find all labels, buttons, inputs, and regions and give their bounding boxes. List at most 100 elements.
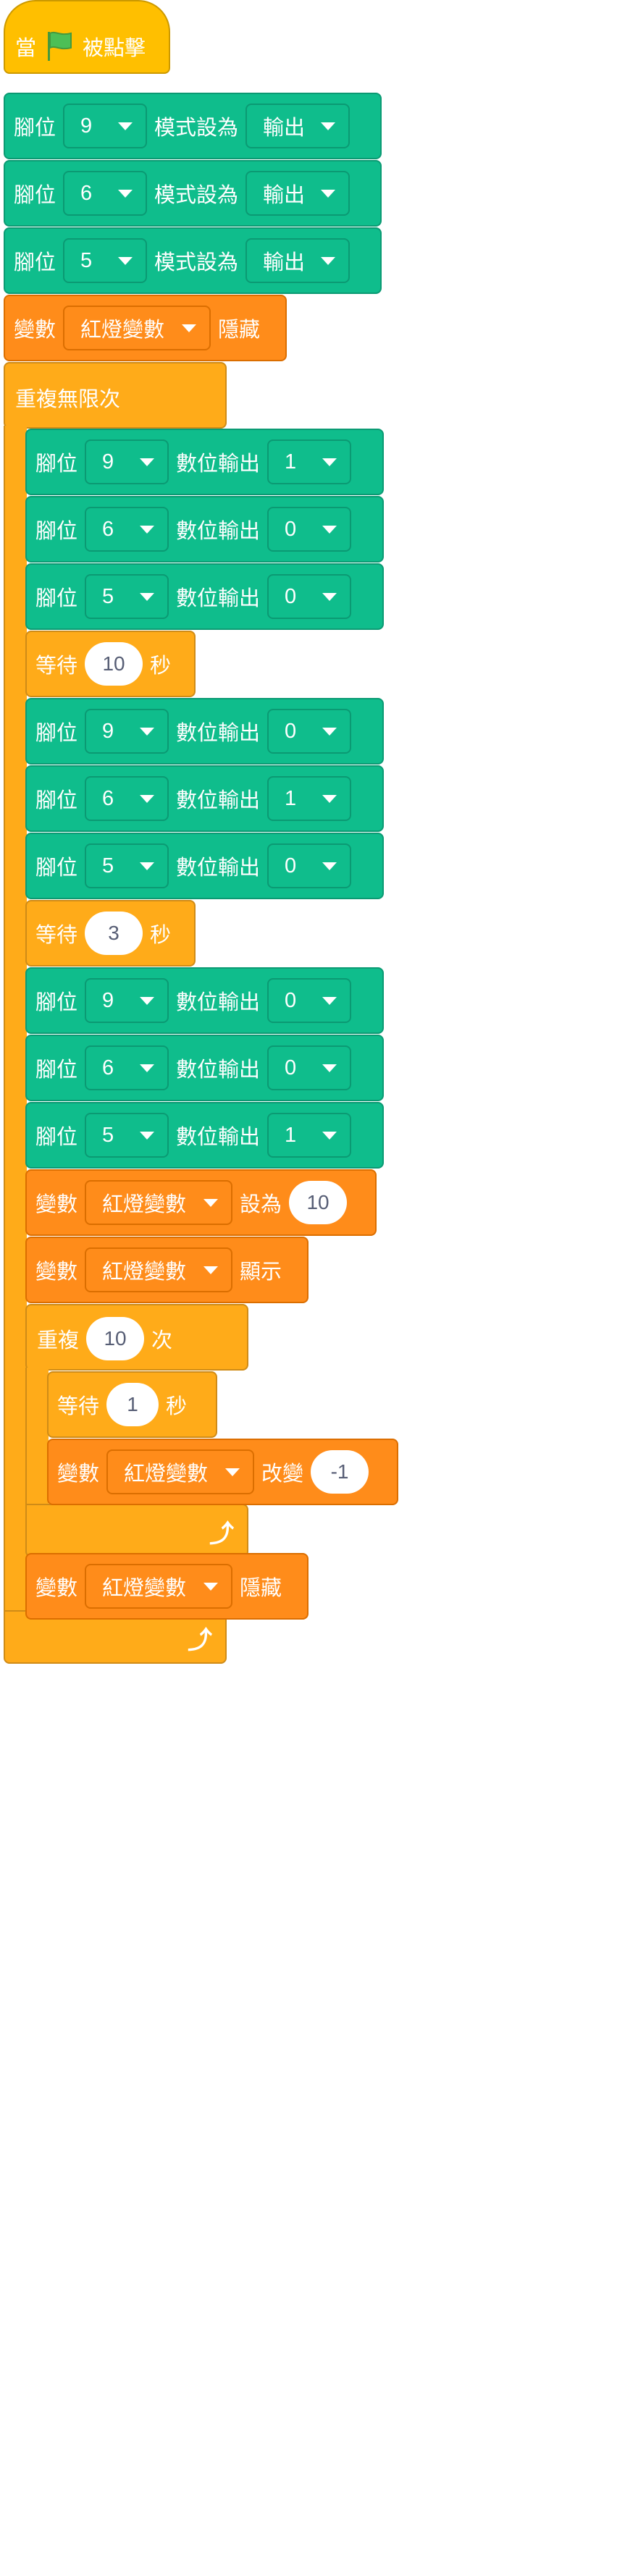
output-value: 0 [285, 517, 297, 541]
caret-down-icon [322, 862, 337, 870]
change-variable-block[interactable]: 變數 紅燈變數 改變 -1 [47, 1439, 398, 1505]
output-value: 1 [285, 1123, 297, 1147]
repeat-count-input[interactable]: 10 [86, 1317, 145, 1360]
forever-block-arm [4, 426, 27, 1613]
digital-write-block-9[interactable]: 腳位 5 數位輸出 1 [25, 1102, 384, 1169]
digital-out-label: 數位輸出 [176, 722, 261, 745]
value-dropdown[interactable]: 0 [267, 574, 352, 619]
hide-variable-block-1[interactable]: 變數 紅燈變數 隱藏 [4, 295, 287, 361]
pin-value: 9 [102, 719, 114, 743]
variable-label: 變數 [57, 1462, 100, 1486]
set-variable-block[interactable]: 變數 紅燈變數 設為 10 [25, 1169, 377, 1236]
caret-down-icon [140, 996, 155, 1005]
hat-suffix: 被點擊 [83, 37, 146, 60]
pin-value: 5 [102, 584, 114, 608]
hide-variable-block-2[interactable]: 變數 紅燈變數 隱藏 [25, 1553, 308, 1620]
pin-dropdown[interactable]: 6 [85, 776, 169, 821]
pin-dropdown[interactable]: 5 [85, 1113, 169, 1158]
digital-out-label: 數位輸出 [176, 587, 261, 610]
output-value: 1 [285, 786, 297, 810]
pin-dropdown[interactable]: 5 [85, 574, 169, 619]
output-value: 0 [285, 854, 297, 877]
caret-down-icon [322, 458, 337, 466]
variable-dropdown[interactable]: 紅燈變數 [85, 1564, 233, 1609]
when-flag-clicked-block[interactable]: 當 被點擊 [4, 0, 170, 74]
mode-dropdown[interactable]: 輸出 [245, 171, 351, 216]
variable-name: 紅燈變數 [102, 1577, 187, 1600]
pin-label: 腳位 [14, 184, 56, 207]
variable-dropdown[interactable]: 紅燈變數 [106, 1449, 255, 1494]
caret-down-icon [140, 794, 155, 803]
change-value-input[interactable]: -1 [311, 1450, 369, 1494]
variable-label: 變數 [14, 319, 56, 342]
caret-down-icon [118, 122, 133, 130]
caret-down-icon [118, 256, 133, 265]
value-dropdown[interactable]: 1 [267, 1113, 352, 1158]
green-flag-icon [48, 31, 72, 61]
wait-block-2[interactable]: 等待 3 秒 [25, 900, 196, 967]
value-dropdown[interactable]: 0 [267, 507, 352, 552]
digital-write-block-8[interactable]: 腳位 6 數位輸出 0 [25, 1035, 384, 1101]
pin-mode-block-3[interactable]: 腳位 5 模式設為 輸出 [4, 227, 382, 294]
digital-write-block-2[interactable]: 腳位 6 數位輸出 0 [25, 496, 384, 563]
caret-down-icon [322, 525, 337, 534]
pin-dropdown[interactable]: 9 [63, 104, 148, 148]
value-dropdown[interactable]: 0 [267, 709, 352, 754]
wait-seconds-input[interactable]: 3 [85, 912, 143, 955]
pin-dropdown[interactable]: 5 [85, 843, 169, 888]
mode-label: 模式設為 [154, 184, 239, 207]
value-dropdown[interactable]: 0 [267, 1045, 352, 1090]
value-dropdown[interactable]: 0 [267, 843, 352, 888]
show-variable-block[interactable]: 變數 紅燈變數 顯示 [25, 1237, 308, 1303]
variable-dropdown[interactable]: 紅燈變數 [63, 306, 211, 350]
pin-value: 6 [102, 786, 114, 810]
caret-down-icon [322, 727, 337, 736]
caret-down-icon [321, 122, 336, 130]
mode-label: 模式設為 [154, 117, 239, 140]
value-dropdown[interactable]: 0 [267, 978, 352, 1023]
pin-dropdown[interactable]: 9 [85, 439, 169, 484]
repeat-block-top[interactable]: 重複 10 次 [25, 1304, 248, 1371]
digital-write-block-5[interactable]: 腳位 6 數位輸出 1 [25, 765, 384, 832]
mode-label: 模式設為 [154, 251, 239, 274]
pin-label: 腳位 [35, 856, 78, 880]
pin-value: 5 [102, 854, 114, 877]
digital-write-block-1[interactable]: 腳位 9 數位輸出 1 [25, 429, 384, 495]
forever-block-top[interactable]: 重複無限次 [4, 362, 227, 429]
digital-write-block-6[interactable]: 腳位 5 數位輸出 0 [25, 833, 384, 899]
wait-label: 等待 [35, 924, 78, 947]
caret-down-icon [140, 1064, 155, 1072]
digital-write-block-7[interactable]: 腳位 9 數位輸出 0 [25, 967, 384, 1034]
wait-seconds-input[interactable]: 1 [106, 1383, 159, 1426]
digital-write-block-4[interactable]: 腳位 9 數位輸出 0 [25, 698, 384, 765]
digital-out-label: 數位輸出 [176, 453, 261, 476]
pin-dropdown[interactable]: 6 [63, 171, 148, 216]
output-value: 1 [285, 450, 297, 473]
digital-out-label: 數位輸出 [176, 520, 261, 543]
pin-dropdown[interactable]: 6 [85, 507, 169, 552]
pin-mode-block-2[interactable]: 腳位 6 模式設為 輸出 [4, 160, 382, 227]
hide-label: 隱藏 [240, 1577, 282, 1600]
wait-block-3[interactable]: 等待 1 秒 [47, 1371, 217, 1438]
wait-block-1[interactable]: 等待 10 秒 [25, 631, 196, 697]
variable-name: 紅燈變數 [102, 1260, 187, 1284]
mode-dropdown[interactable]: 輸出 [245, 104, 351, 148]
variable-dropdown[interactable]: 紅燈變數 [85, 1180, 233, 1225]
pin-label: 腳位 [35, 789, 78, 812]
times-label: 次 [151, 1329, 173, 1352]
pin-mode-block-1[interactable]: 腳位 9 模式設為 輸出 [4, 93, 382, 159]
wait-seconds-input[interactable]: 10 [85, 642, 143, 686]
value-dropdown[interactable]: 1 [267, 439, 352, 484]
set-value-input[interactable]: 10 [289, 1181, 348, 1224]
digital-write-block-3[interactable]: 腳位 5 數位輸出 0 [25, 563, 384, 630]
pin-dropdown[interactable]: 9 [85, 978, 169, 1023]
pin-dropdown[interactable]: 6 [85, 1045, 169, 1090]
wait-label: 等待 [57, 1395, 100, 1418]
mode-dropdown[interactable]: 輸出 [245, 238, 351, 283]
caret-down-icon [203, 1266, 219, 1274]
variable-dropdown[interactable]: 紅燈變數 [85, 1247, 233, 1292]
pin-dropdown[interactable]: 9 [85, 709, 169, 754]
pin-dropdown[interactable]: 5 [63, 238, 148, 283]
output-value: 0 [285, 584, 297, 608]
value-dropdown[interactable]: 1 [267, 776, 352, 821]
